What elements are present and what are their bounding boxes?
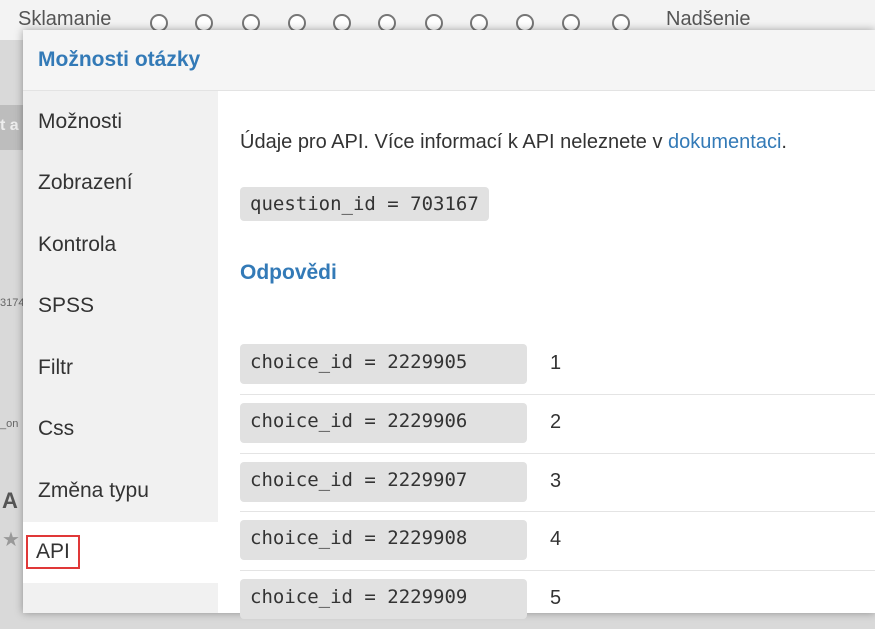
scale-right-label: Nadšenie xyxy=(666,8,751,30)
sidebar-item-label: Kontrola xyxy=(38,232,117,256)
api-intro-end: . xyxy=(781,131,787,153)
star-icon: ★ xyxy=(2,529,20,551)
choice-row: choice_id = 2229908 4 xyxy=(240,511,875,570)
answers-title: Odpovědi xyxy=(240,261,337,284)
choice-id-code: choice_id = 2229905 xyxy=(240,344,527,384)
sidebar-item-label: Css xyxy=(38,417,75,441)
choice-label: 2 xyxy=(550,411,562,433)
background-heading-fragment: A xyxy=(2,488,18,513)
choice-label: 5 xyxy=(550,587,562,609)
sidebar-item-zobrazeni[interactable]: Zobrazení xyxy=(23,153,218,215)
sidebar-item-zmena-typu[interactable]: Změna typu xyxy=(23,460,218,522)
sidebar-item-label: Změna typu xyxy=(38,478,149,502)
choice-id-code: choice_id = 2229907 xyxy=(240,462,527,502)
choice-row: choice_id = 2229907 3 xyxy=(240,453,875,512)
choice-id-code: choice_id = 2229908 xyxy=(240,520,527,560)
modal-title: Možnosti otázky xyxy=(38,48,201,71)
sidebar-item-filtr[interactable]: Filtr xyxy=(23,337,218,399)
question-options-modal: Možnosti otázky Možnosti Zobrazení Kontr… xyxy=(23,30,875,619)
background-toolbar-fragment: t a xyxy=(0,105,23,150)
background-snippet: _on xyxy=(0,418,19,430)
api-panel: Údaje pro API. Více informací k API nele… xyxy=(218,91,875,619)
question-id-code: question_id = 703167 xyxy=(240,187,489,221)
choice-id-code: choice_id = 2229906 xyxy=(240,403,527,443)
sidebar-item-api[interactable]: API xyxy=(23,521,218,583)
sidebar-item-label: SPSS xyxy=(38,294,95,318)
sidebar-item-moznosti[interactable]: Možnosti xyxy=(23,91,218,153)
background-snippet: 3174 xyxy=(0,297,25,309)
choice-row: choice_id = 2229909 5 xyxy=(240,570,875,629)
background-toolbar-text: t a xyxy=(0,117,19,134)
sidebar-item-label: Filtr xyxy=(38,355,73,379)
choice-id-code: choice_id = 2229909 xyxy=(240,579,527,619)
api-intro-text: Údaje pro API. Více informací k API nele… xyxy=(240,131,668,153)
choice-label: 3 xyxy=(550,470,562,492)
modal-sidebar: Možnosti Zobrazení Kontrola SPSS Filtr C… xyxy=(23,91,218,613)
scale-left-label: Sklamanie xyxy=(18,8,112,30)
sidebar-item-kontrola[interactable]: Kontrola xyxy=(23,214,218,276)
choice-row: choice_id = 2229906 2 xyxy=(240,394,875,453)
sidebar-item-label: Možnosti xyxy=(38,109,123,133)
documentation-link[interactable]: dokumentaci xyxy=(668,131,781,153)
choice-label: 4 xyxy=(550,528,562,550)
api-intro: Údaje pro API. Více informací k API nele… xyxy=(240,131,787,154)
sidebar-item-label: API xyxy=(26,535,80,570)
sidebar-item-spss[interactable]: SPSS xyxy=(23,276,218,338)
modal-header: Možnosti otázky xyxy=(23,30,875,91)
choice-label: 1 xyxy=(550,352,562,374)
sidebar-item-css[interactable]: Css xyxy=(23,399,218,461)
sidebar-item-label: Zobrazení xyxy=(38,171,133,195)
